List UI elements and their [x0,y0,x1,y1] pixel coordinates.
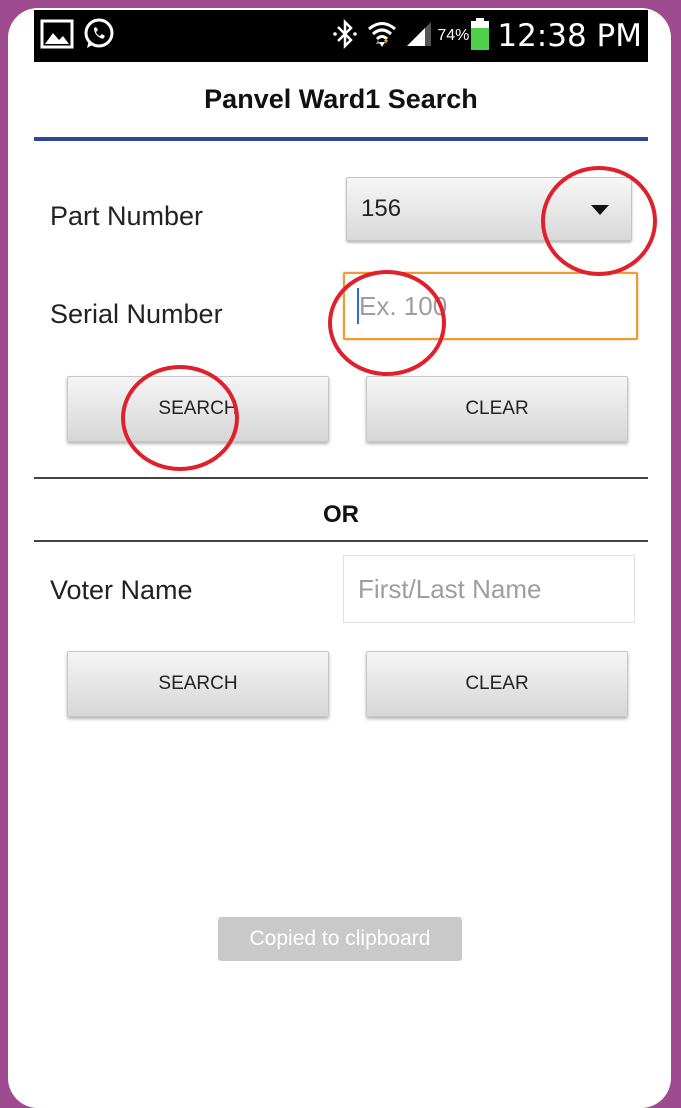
serial-number-label: Serial Number [50,299,223,329]
battery-percent: 74% [437,27,470,44]
annotation-circle-search-button [121,365,239,471]
part-number-selected-value: 156 [361,195,402,222]
annotation-circle-dropdown [541,166,657,276]
battery-icon [471,17,490,55]
or-divider-top [34,477,648,479]
notification-icons [40,18,116,54]
annotation-circle-serial-input [328,270,446,376]
bluetooth-icon [333,18,358,54]
whatsapp-icon [82,17,116,56]
name-search-button[interactable]: SEARCH [67,651,329,717]
wifi-icon [367,20,397,53]
system-icons: 74% 12:38 PM [333,10,642,62]
or-label: OR [323,501,359,528]
part-number-label: Part Number [50,201,204,231]
page-title: Panvel Ward1 Search [204,84,478,114]
gallery-icon [40,19,74,54]
status-bar: 74% 12:38 PM [34,10,648,62]
signal-icon [405,20,433,53]
voter-name-label: Voter Name [50,575,193,605]
name-clear-button[interactable]: CLEAR [366,651,628,717]
serial-clear-button[interactable]: CLEAR [366,376,628,442]
title-divider [34,137,648,141]
clipboard-toast: Copied to clipboard [218,917,462,961]
clock: 12:38 PM [497,18,642,54]
voter-name-input[interactable] [343,555,635,623]
or-divider-bottom [34,540,648,542]
phone-frame: 74% 12:38 PM Panvel Ward1 Search Part Nu… [8,8,671,1108]
